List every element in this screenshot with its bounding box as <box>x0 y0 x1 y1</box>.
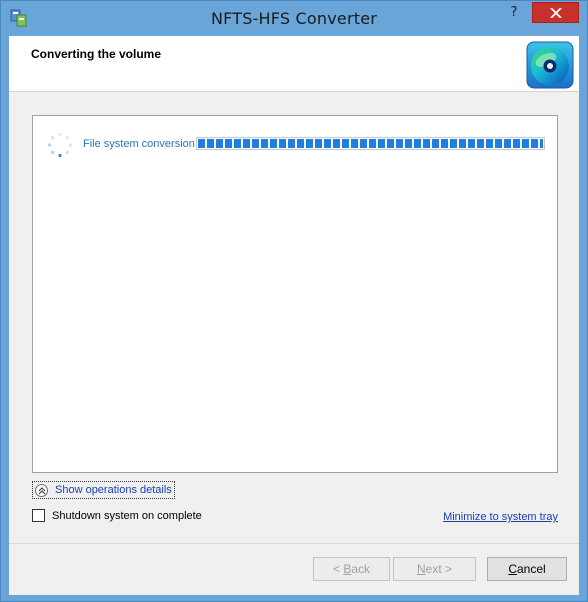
client-area: Converting the volume File system conver… <box>9 36 579 595</box>
next-button[interactable]: Next > <box>393 557 476 581</box>
help-icon[interactable]: ? <box>499 2 529 24</box>
title-bar[interactable]: NFTS-HFS Converter ? <box>1 1 587 35</box>
shutdown-checkbox[interactable] <box>32 509 45 522</box>
show-details-label: Show operations details <box>55 484 172 496</box>
footer-divider <box>9 543 579 544</box>
back-rest: ack <box>351 562 371 576</box>
close-button[interactable] <box>532 2 579 23</box>
back-button[interactable]: < Back <box>313 557 390 581</box>
cancel-button[interactable]: Cancel <box>487 557 567 581</box>
operations-panel: File system conversion <box>32 115 558 473</box>
cancel-rest: ancel <box>516 562 546 576</box>
wizard-header: Converting the volume <box>9 36 579 92</box>
operation-label: File system conversion <box>83 138 195 150</box>
page-title: Converting the volume <box>31 47 162 61</box>
minimize-to-tray-link[interactable]: Minimize to system tray <box>443 511 558 523</box>
cancel-mnemonic: C <box>508 562 517 576</box>
disc-icon <box>526 41 574 89</box>
shutdown-label: Shutdown system on complete <box>52 509 202 522</box>
converter-window: NFTS-HFS Converter ? Converting the volu… <box>0 0 588 602</box>
close-icon <box>550 8 562 18</box>
progress-fill <box>198 139 543 148</box>
next-inner: Next > <box>396 560 473 578</box>
next-rest: ext > <box>425 562 453 576</box>
back-prefix: < <box>332 562 344 576</box>
spinner-icon <box>47 132 73 158</box>
operation-progress-bar <box>196 137 545 150</box>
show-details-toggle[interactable]: Show operations details <box>32 481 175 499</box>
next-mnemonic: N <box>416 562 426 576</box>
shutdown-option[interactable]: Shutdown system on complete <box>32 509 202 522</box>
chevron-up-icon <box>35 483 48 497</box>
